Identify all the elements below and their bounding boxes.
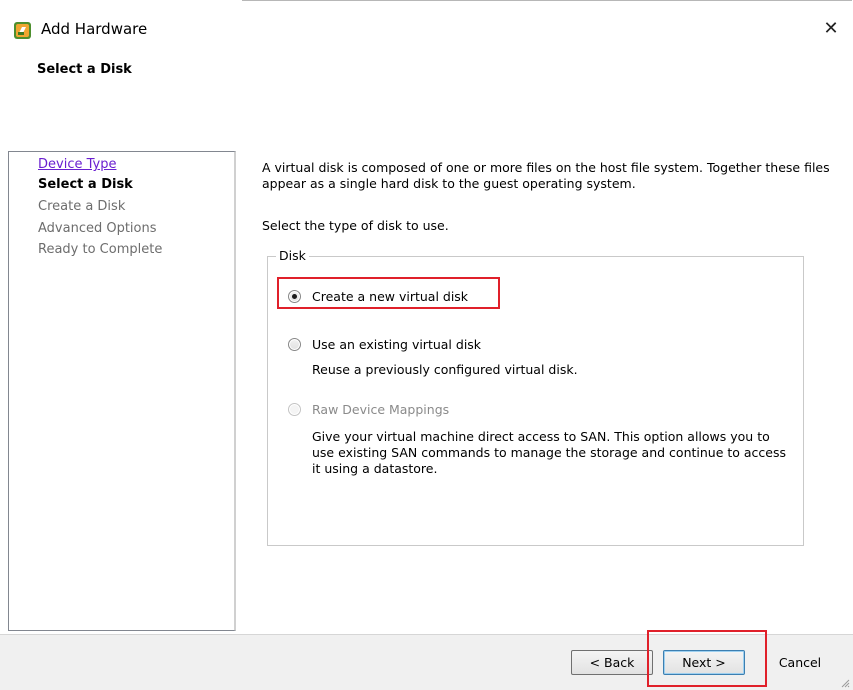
- option-raw-device-mappings-label: Raw Device Mappings: [312, 402, 450, 417]
- option-use-existing-disk[interactable]: Use an existing virtual disk: [288, 337, 481, 352]
- option-raw-device-mappings: Raw Device Mappings: [288, 402, 449, 417]
- back-button[interactable]: < Back: [571, 650, 653, 675]
- resize-grip-icon[interactable]: [840, 677, 850, 688]
- button-bar: < Back Next > Cancel: [0, 630, 853, 690]
- radio-use-existing-disk[interactable]: [288, 338, 301, 351]
- nav-step-ready-to-complete: Ready to Complete: [38, 242, 163, 257]
- nav-step-select-disk: Select a Disk: [38, 177, 133, 192]
- nav-step-device-type[interactable]: Device Type: [38, 157, 116, 173]
- disk-group-label: Disk: [276, 248, 309, 263]
- radio-create-new-disk[interactable]: [288, 290, 301, 303]
- next-button[interactable]: Next >: [663, 650, 745, 675]
- option-use-existing-disk-label[interactable]: Use an existing virtual disk: [312, 337, 481, 352]
- option-raw-device-mappings-description: Give your virtual machine direct access …: [312, 429, 787, 476]
- nav-step-create-disk: Create a Disk: [38, 199, 126, 214]
- page-subtitle: Select a Disk: [37, 62, 132, 77]
- radio-raw-device-mappings: [288, 403, 301, 416]
- disk-description: A virtual disk is composed of one or mor…: [262, 160, 830, 191]
- title-bar: Add Hardware ✕: [0, 0, 853, 52]
- wizard-steps-panel: Device Type Select a Disk Create a Disk …: [8, 151, 236, 631]
- close-icon[interactable]: ✕: [819, 16, 843, 40]
- window-title: Add Hardware: [41, 20, 148, 38]
- vsphere-app-icon: [13, 21, 32, 40]
- option-create-new-disk[interactable]: Create a new virtual disk: [288, 289, 468, 304]
- cancel-button[interactable]: Cancel: [759, 650, 841, 675]
- option-use-existing-disk-description: Reuse a previously configured virtual di…: [312, 362, 578, 377]
- nav-step-advanced-options: Advanced Options: [38, 221, 157, 236]
- disk-type-prompt: Select the type of disk to use.: [262, 218, 449, 233]
- add-hardware-dialog: Add Hardware ✕ Select a Disk Device Type…: [0, 0, 853, 690]
- option-create-new-disk-label[interactable]: Create a new virtual disk: [312, 289, 468, 304]
